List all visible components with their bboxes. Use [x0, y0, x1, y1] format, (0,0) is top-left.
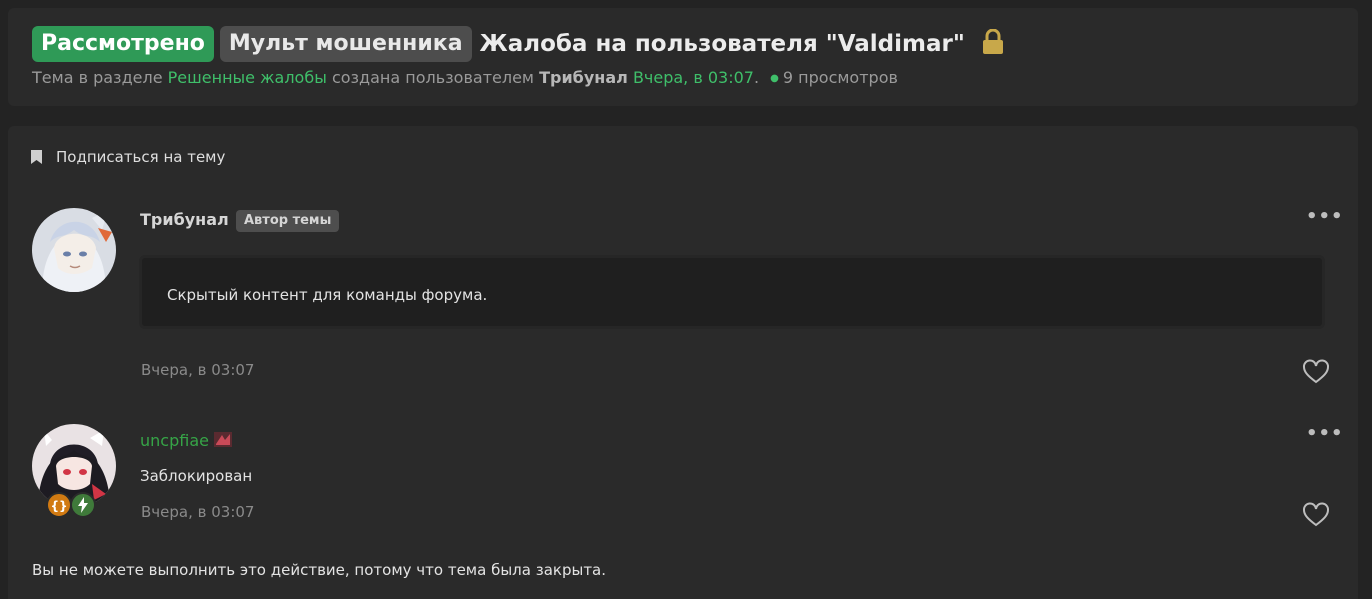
bookmark-icon [31, 150, 42, 164]
prefix-reviewed[interactable]: Рассмотрено [32, 26, 214, 62]
meta-section-link[interactable]: Решенные жалобы [168, 68, 327, 87]
avatar-tribunal[interactable] [32, 208, 116, 292]
code-badge-icon: {} [46, 492, 72, 518]
post-author-tribunal[interactable]: Трибунал [140, 210, 229, 229]
subscribe-label: Подписаться на тему [56, 148, 226, 166]
meta-views: 9 просмотров [782, 68, 898, 87]
meta-topic-in: Тема в разделе [32, 68, 163, 87]
heart-icon[interactable] [1302, 359, 1330, 385]
post-date-2[interactable]: Вчера, в 03:07 [141, 503, 254, 521]
bolt-badge-icon [70, 492, 96, 518]
lock-icon [982, 28, 1004, 55]
thread-meta: Тема в разделе Решенные жалобы создана п… [32, 68, 898, 87]
thread-header: Рассмотрено Мульт мошенника Жалоба на по… [8, 8, 1358, 106]
thread-closed-message: Вы не можете выполнить это действие, пот… [32, 561, 607, 579]
subscribe-button[interactable]: Подписаться на тему [30, 148, 225, 166]
meta-dot: ● [770, 73, 779, 84]
meta-author-link[interactable]: Трибунал [539, 68, 628, 87]
hidden-content-text: Скрытый контент для команды форума. [167, 286, 488, 304]
more-options-icon-2[interactable]: ••• [1306, 423, 1344, 444]
post-date-1[interactable]: Вчера, в 03:07 [141, 361, 254, 379]
hidden-content-block: Скрытый контент для команды форума. [139, 255, 1325, 329]
svg-text:{}: {} [50, 499, 67, 513]
user-flag-icon [214, 432, 232, 447]
thread-title: Жалоба на пользователя "Valdimar" [479, 31, 965, 57]
meta-date-suffix: . [753, 68, 760, 87]
thread-title-row: Рассмотрено Мульт мошенника Жалоба на по… [32, 25, 1004, 63]
heart-icon-2[interactable] [1302, 502, 1330, 528]
prefix-category[interactable]: Мульт мошенника [219, 26, 472, 62]
meta-date-link[interactable]: Вчера, в 03:07. [633, 68, 759, 87]
more-options-icon[interactable]: ••• [1306, 206, 1344, 227]
post-author-uncpfiae[interactable]: uncpfiae [140, 431, 209, 450]
meta-date[interactable]: Вчера, в 03:07 [633, 68, 754, 87]
author-badge: Автор темы [236, 210, 340, 232]
post-content-2: Заблокирован [140, 467, 253, 485]
meta-created-by: создана пользователем [331, 68, 534, 87]
thread-body: Подписаться на тему Трибунал Автор темы … [8, 126, 1358, 599]
